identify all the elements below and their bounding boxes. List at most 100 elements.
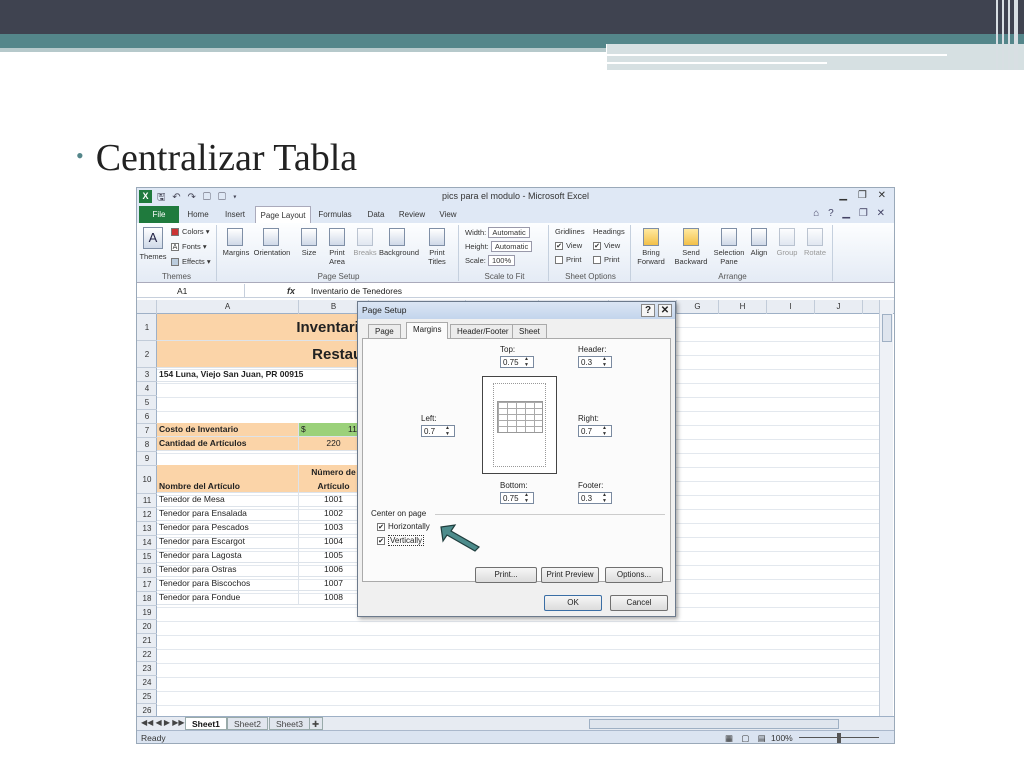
- row-header[interactable]: 23: [137, 662, 157, 676]
- cell-a8[interactable]: Cantidad de Artículos: [157, 437, 299, 451]
- row-header[interactable]: 22: [137, 648, 157, 662]
- left-margin-input[interactable]: 0.7: [421, 425, 455, 437]
- scroll-thumb[interactable]: [882, 314, 892, 342]
- column-header[interactable]: I: [767, 300, 815, 314]
- cell-a2-subtitle[interactable]: Restaur: [157, 341, 369, 368]
- size-button[interactable]: Size: [297, 248, 321, 257]
- sheet-tab-1[interactable]: Sheet1: [185, 717, 227, 730]
- item-name-cell[interactable]: Tenedor para Biscochos: [157, 577, 299, 591]
- row-header[interactable]: 9: [137, 452, 157, 466]
- vertically-checkbox[interactable]: ✔ Vertically: [377, 535, 425, 546]
- margins-button[interactable]: Margins: [219, 248, 253, 257]
- tab-data[interactable]: Data: [359, 206, 393, 223]
- cell-a7[interactable]: Costo de Inventario: [157, 423, 299, 437]
- row-header[interactable]: 16: [137, 564, 157, 578]
- row-header[interactable]: 3: [137, 368, 157, 382]
- tab-review[interactable]: Review: [395, 206, 429, 223]
- gridlines-view-checkbox[interactable]: ✔ View: [555, 241, 582, 251]
- ribbon-right-controls[interactable]: ⌂ ? ▁ ❐ ✕: [813, 208, 888, 219]
- send-backward-button[interactable]: Send Backward: [671, 248, 711, 266]
- tab-margins[interactable]: Margins: [406, 322, 449, 339]
- row-header[interactable]: 13: [137, 522, 157, 536]
- row-header[interactable]: 17: [137, 578, 157, 592]
- vertical-scrollbar[interactable]: [879, 300, 893, 719]
- row-header[interactable]: 10: [137, 466, 157, 494]
- item-name-cell[interactable]: Tenedor para Ostras: [157, 563, 299, 577]
- row-header[interactable]: 5: [137, 396, 157, 410]
- item-name-cell[interactable]: Tenedor para Pescados: [157, 521, 299, 535]
- rotate-button[interactable]: Rotate: [801, 248, 829, 257]
- item-name-cell[interactable]: Tenedor para Fondue: [157, 591, 299, 605]
- row-header[interactable]: 15: [137, 550, 157, 564]
- orientation-button[interactable]: Orientation: [252, 248, 292, 257]
- column-header[interactable]: G: [677, 300, 719, 314]
- tab-sheet[interactable]: Sheet: [512, 324, 547, 339]
- group-button[interactable]: Group: [773, 248, 801, 257]
- tab-page-layout[interactable]: Page Layout: [255, 206, 311, 223]
- cell-a10[interactable]: Nombre del Artículo: [157, 465, 299, 493]
- tab-header-footer[interactable]: Header/Footer: [450, 324, 516, 339]
- sheet-tab-3[interactable]: Sheet3: [269, 717, 310, 730]
- sheet-nav-arrows[interactable]: ◀◀ ◀ ▶ ▶▶: [141, 718, 185, 727]
- column-header[interactable]: H: [719, 300, 767, 314]
- cell-a3-address[interactable]: 154 Luna, Viejo San Juan, PR 00915: [157, 368, 369, 382]
- tab-file[interactable]: File: [139, 206, 179, 223]
- cell-a1-title[interactable]: Inventario: [157, 314, 369, 341]
- row-header[interactable]: 19: [137, 606, 157, 620]
- view-buttons[interactable]: ▦ ▢ ▤: [725, 731, 769, 743]
- bottom-margin-input[interactable]: 0.75: [500, 492, 534, 504]
- gridlines-print-checkbox[interactable]: Print: [555, 255, 581, 265]
- breaks-button[interactable]: Breaks: [351, 248, 379, 257]
- print-titles-button[interactable]: Print Titles: [423, 248, 451, 266]
- tab-home[interactable]: Home: [183, 206, 213, 223]
- horizontal-scrollbar[interactable]: [589, 719, 839, 729]
- item-name-cell[interactable]: Tenedor de Mesa: [157, 493, 299, 507]
- selection-pane-button[interactable]: Selection Pane: [711, 248, 747, 266]
- footer-margin-input[interactable]: 0.3: [578, 492, 612, 504]
- tab-formulas[interactable]: Formulas: [315, 206, 355, 223]
- select-all-corner[interactable]: [137, 300, 157, 314]
- colors-button[interactable]: Colors ▾: [171, 227, 210, 237]
- row-header[interactable]: 18: [137, 592, 157, 606]
- ok-button[interactable]: OK: [544, 595, 602, 611]
- row-header[interactable]: 2: [137, 341, 157, 368]
- formula-input[interactable]: Inventario de Tenedores: [311, 284, 402, 298]
- tab-page[interactable]: Page: [368, 324, 401, 339]
- row-header[interactable]: 8: [137, 438, 157, 452]
- print-preview-button[interactable]: Print Preview: [541, 567, 599, 583]
- row-header[interactable]: 7: [137, 424, 157, 438]
- right-margin-input[interactable]: 0.7: [578, 425, 612, 437]
- scale-control[interactable]: Scale: 100%: [465, 255, 516, 266]
- top-margin-input[interactable]: 0.75: [500, 356, 534, 368]
- zoom-level[interactable]: 100%: [771, 731, 793, 743]
- row-header[interactable]: 24: [137, 676, 157, 690]
- fx-icon[interactable]: fx: [287, 284, 295, 298]
- fonts-button[interactable]: A Fonts ▾: [171, 242, 207, 252]
- insert-sheet-icon[interactable]: ✚: [309, 717, 323, 730]
- row-header[interactable]: 4: [137, 382, 157, 396]
- row-header[interactable]: 20: [137, 620, 157, 634]
- align-button[interactable]: Align: [745, 248, 773, 257]
- cancel-button[interactable]: Cancel: [610, 595, 668, 611]
- background-button[interactable]: Background: [379, 248, 419, 257]
- horizontally-checkbox[interactable]: ✔ Horizontally: [377, 522, 430, 531]
- tab-insert[interactable]: Insert: [219, 206, 251, 223]
- row-header[interactable]: 1: [137, 314, 157, 341]
- item-name-cell[interactable]: Tenedor para Escargot: [157, 535, 299, 549]
- window-controls[interactable]: ▁ ❐ ✕: [839, 190, 890, 201]
- column-header[interactable]: A: [157, 300, 299, 314]
- print-button[interactable]: Print...: [475, 567, 537, 583]
- row-header[interactable]: 12: [137, 508, 157, 522]
- name-box[interactable]: A1: [137, 284, 245, 298]
- row-header[interactable]: 14: [137, 536, 157, 550]
- tab-view[interactable]: View: [433, 206, 463, 223]
- close-icon[interactable]: ✕: [658, 304, 672, 317]
- print-area-button[interactable]: Print Area: [323, 248, 351, 266]
- item-name-cell[interactable]: Tenedor para Lagosta: [157, 549, 299, 563]
- width-control[interactable]: Width: Automatic: [465, 227, 530, 238]
- help-icon[interactable]: ?: [641, 304, 655, 317]
- options-button[interactable]: Options...: [605, 567, 663, 583]
- effects-button[interactable]: Effects ▾: [171, 257, 211, 267]
- row-header[interactable]: 21: [137, 634, 157, 648]
- item-name-cell[interactable]: Tenedor para Ensalada: [157, 507, 299, 521]
